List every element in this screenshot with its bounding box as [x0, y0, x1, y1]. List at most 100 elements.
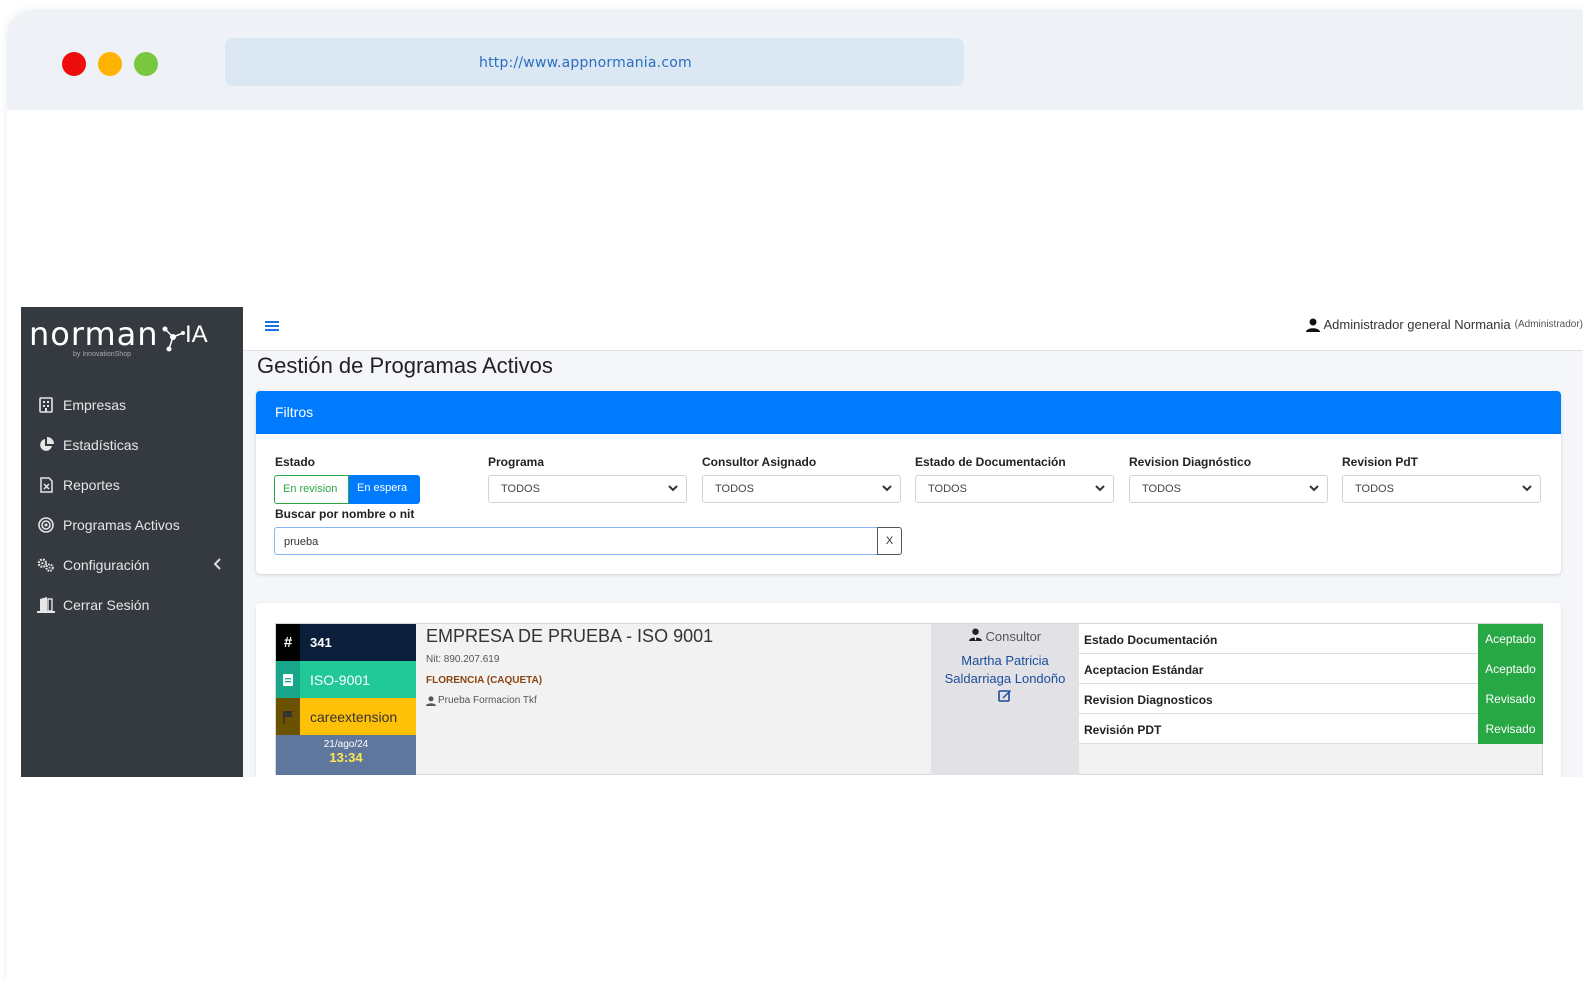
cogs-icon	[37, 556, 55, 574]
brand-tagline: by InnovationShop	[73, 351, 131, 358]
browser-chrome: http://www.appnormania.com	[7, 10, 1583, 110]
results-card: # 341 ISO-9001 careextension 21/ago/24 1…	[256, 603, 1561, 777]
hamburger-menu-icon[interactable]	[265, 316, 279, 337]
sidebar-item-label: Configuración	[63, 557, 150, 573]
en-revision-toggle[interactable]: En revision	[274, 475, 349, 504]
file-excel-icon	[37, 476, 55, 494]
program-time: 13:34	[329, 750, 363, 765]
hash-icon: #	[276, 624, 300, 661]
status-row: Estado Documentación Aceptado	[1079, 624, 1543, 654]
consultor-label: Consultor	[985, 629, 1042, 644]
building-icon	[37, 396, 55, 414]
sidebar-item-label: Programas Activos	[63, 517, 180, 533]
status-row: Revision Diagnosticos Revisado	[1079, 684, 1543, 714]
status-badge[interactable]: Aceptado	[1478, 624, 1543, 654]
program-tag-badge: careextension	[276, 698, 416, 735]
address-url: http://www.appnormania.com	[479, 55, 692, 71]
diagnostico-select-value: TODOS	[1142, 483, 1181, 495]
documentacion-label: Estado de Documentación	[915, 455, 1066, 469]
estado-label: Estado	[275, 455, 316, 469]
status-badge[interactable]: Aceptado	[1478, 654, 1543, 684]
sidebar-item-label: Estadísticas	[63, 437, 139, 453]
status-label: Revisión PDT	[1084, 723, 1162, 737]
user-name: Administrador general Normania	[1323, 317, 1511, 332]
diagnostico-select[interactable]: TODOS	[1129, 475, 1328, 503]
sidebar-item-cerrar-sesion[interactable]: Cerrar Sesión	[21, 585, 243, 625]
program-id-badge: # 341	[276, 624, 416, 661]
program-row[interactable]: # 341 ISO-9001 careextension 21/ago/24 1…	[275, 623, 1543, 775]
chevron-down-icon	[1309, 485, 1319, 492]
clear-search-button[interactable]: X	[877, 527, 902, 555]
filters-card: Filtros Estado En revision En espera Pro…	[256, 391, 1561, 574]
status-row: Revisión PDT Revisado	[1079, 714, 1543, 744]
filters-header: Filtros	[256, 391, 1561, 434]
consultor-select-value: TODOS	[715, 483, 754, 495]
minimize-window-dot[interactable]	[98, 52, 122, 76]
sidebar-item-empresas[interactable]: Empresas	[21, 385, 243, 425]
address-bar[interactable]: http://www.appnormania.com	[225, 38, 964, 86]
brand-suffix: IA	[185, 321, 208, 348]
programa-label: Programa	[488, 455, 545, 469]
documentacion-select[interactable]: TODOS	[915, 475, 1114, 503]
programa-select-value: TODOS	[501, 483, 540, 495]
chevron-down-icon	[1522, 485, 1532, 492]
brand-name: norman	[29, 315, 159, 353]
programa-select[interactable]: TODOS	[488, 475, 687, 503]
sidebar-item-estadisticas[interactable]: Estadísticas	[21, 425, 243, 465]
molecule-icon	[162, 326, 185, 352]
program-id: 341	[310, 635, 332, 650]
brand-logo[interactable]: norman IA by InnovationShop	[29, 315, 239, 358]
status-badge[interactable]: Revisado	[1478, 684, 1543, 714]
user-role: (Administrador)	[1514, 319, 1583, 330]
sidebar-item-programas-activos[interactable]: Programas Activos	[21, 505, 243, 545]
status-badge[interactable]: Revisado	[1478, 714, 1543, 744]
program-tag: careextension	[310, 709, 398, 725]
search-input[interactable]: prueba	[274, 527, 878, 555]
consultor-name: Martha Patricia Saldarriaga Londoño	[944, 653, 1066, 686]
maximize-window-dot[interactable]	[134, 52, 158, 76]
edit-consultor-icon[interactable]	[931, 688, 1079, 705]
user-tie-icon	[968, 628, 982, 641]
status-label: Estado Documentación	[1084, 633, 1218, 647]
page-title: Gestión de Programas Activos	[257, 353, 553, 378]
diagnostico-label: Revision Diagnóstico	[1129, 455, 1252, 469]
target-icon	[37, 516, 55, 534]
pdt-select-value: TODOS	[1355, 483, 1394, 495]
close-window-dot[interactable]	[62, 52, 86, 76]
chevron-down-icon	[668, 485, 678, 492]
search-label: Buscar por nombre o nit	[275, 507, 415, 521]
pdt-select[interactable]: TODOS	[1342, 475, 1541, 503]
user-icon	[1306, 318, 1321, 332]
company-city: FLORENCIA (CAQUETA)	[426, 675, 543, 686]
consultor-panel: Consultor Martha Patricia Saldarriaga Lo…	[931, 624, 1079, 775]
program-type: ISO-9001	[310, 672, 370, 688]
consultor-select[interactable]: TODOS	[702, 475, 901, 503]
status-table: Estado Documentación Aceptado Aceptacion…	[1079, 624, 1543, 744]
chevron-down-icon	[1095, 485, 1105, 492]
sidebar-item-label: Cerrar Sesión	[63, 597, 150, 613]
documentacion-select-value: TODOS	[928, 483, 967, 495]
status-label: Revision Diagnosticos	[1084, 693, 1213, 707]
sidebar-nav: Empresas Estadísticas Reportes Programas…	[21, 385, 243, 625]
company-nit: Nit: 890.207.619	[426, 654, 500, 665]
sidebar-item-reportes[interactable]: Reportes	[21, 465, 243, 505]
user-icon	[426, 695, 436, 706]
contact-name: Prueba Formacion Tkf	[438, 695, 537, 706]
company-name[interactable]: EMPRESA DE PRUEBA - ISO 9001	[426, 626, 713, 647]
sidebar: norman IA by InnovationShop Empresas Est…	[21, 307, 243, 777]
sidebar-item-label: Empresas	[63, 397, 127, 413]
app-container: norman IA by InnovationShop Empresas Est…	[21, 307, 1583, 777]
chevron-left-icon	[213, 557, 221, 573]
flag-icon	[276, 698, 300, 735]
pie-chart-icon	[37, 436, 55, 454]
status-row: Aceptacion Estándar Aceptado	[1079, 654, 1543, 684]
door-exit-icon	[37, 596, 55, 614]
user-menu[interactable]: Administrador general Normania (Administ…	[1306, 317, 1583, 332]
en-espera-toggle[interactable]: En espera	[349, 475, 420, 504]
consultor-heading: Consultor	[931, 628, 1079, 644]
program-date: 21/ago/24	[323, 739, 369, 750]
status-label: Aceptacion Estándar	[1084, 663, 1204, 677]
sidebar-item-configuracion[interactable]: Configuración	[21, 545, 243, 585]
company-contact: Prueba Formacion Tkf	[426, 695, 537, 706]
program-date-badge: 21/ago/24 13:34	[276, 735, 416, 775]
